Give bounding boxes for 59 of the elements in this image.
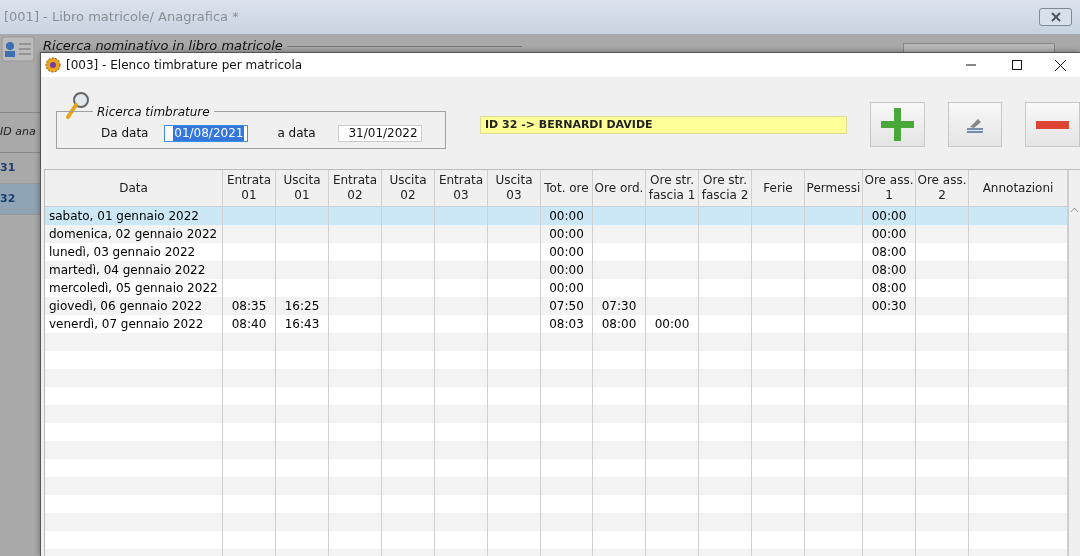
table-cell-text: sabato, 01 gennaio 2022 xyxy=(49,208,199,225)
table-cell-text: giovedì, 06 gennaio 2022 xyxy=(49,298,203,315)
table-row[interactable]: domenica, 02 gennaio 2022 00:00 00:00 xyxy=(45,225,1068,243)
close-icon xyxy=(1054,59,1066,71)
table-cell-text: 08:03 xyxy=(549,316,584,333)
table-cell-text: 00:00 xyxy=(549,280,584,297)
table-row[interactable]: giovedì, 06 gennaio 2022 08:35 16:25 07:50 07:30 00:30 xyxy=(45,297,1068,315)
table-cell-text: 16:43 xyxy=(284,316,320,333)
table-row[interactable]: martedì, 04 gennaio 2022 00:00 08:00 xyxy=(45,261,1068,279)
table-cell-text: martedì, 04 gennaio 2022 xyxy=(49,262,206,279)
table-cell-text: 32 xyxy=(0,190,16,207)
table-cell-text: 16:25 xyxy=(284,298,320,315)
table-cell-text: 07:30 xyxy=(601,298,637,315)
table-cell-text: 08:35 xyxy=(231,298,267,315)
table-cell-text: 08:40 xyxy=(231,316,267,333)
window-title: [001] - Libro matricole/ Anagrafica * xyxy=(4,8,239,27)
eraser-icon xyxy=(966,116,985,133)
search-icon xyxy=(65,90,91,120)
plus-icon xyxy=(881,108,915,141)
table-cell-text: 00:00 xyxy=(654,316,690,333)
table-cell-text: 00:00 xyxy=(871,226,907,243)
field-label: a data xyxy=(277,125,316,142)
table-cell-text: 08:00 xyxy=(871,280,907,297)
table-cell-text: mercoledì, 05 gennaio 2022 xyxy=(49,280,218,297)
id-card-icon xyxy=(1,36,35,62)
column-header[interactable]: Data xyxy=(119,180,148,196)
table-cell-text: lunedì, 03 gennaio 2022 xyxy=(49,244,196,261)
minus-icon xyxy=(1036,120,1070,129)
table-cell-text: 00:00 xyxy=(871,208,907,225)
table-cell-text: 08:00 xyxy=(871,244,907,261)
table-cell-text: 00:00 xyxy=(549,262,584,279)
table-cell-text: 00:00 xyxy=(549,226,584,243)
group-title: Ricerca nominativo in libro matricole xyxy=(43,38,283,54)
gear-icon xyxy=(44,56,62,74)
table-cell-text: 00:00 xyxy=(549,244,584,261)
maximize-icon xyxy=(1012,60,1022,70)
table-row[interactable]: 32 xyxy=(0,184,40,215)
employee-label: ID 32 -> BERNARDI DAVIDE xyxy=(480,116,848,134)
add-button[interactable] xyxy=(870,102,925,147)
table-cell-text: venerdì, 07 gennaio 2022 xyxy=(49,316,204,333)
remove-button[interactable] xyxy=(1025,102,1080,147)
table-cell-text: 07:50 xyxy=(549,298,584,315)
scroll-up-icon xyxy=(1071,207,1078,212)
column-header[interactable]: ID ana xyxy=(0,124,36,141)
table-cell-text: 08:00 xyxy=(601,316,637,333)
scrollbar[interactable] xyxy=(1068,170,1080,556)
table-cell-text: domenica, 02 gennaio 2022 xyxy=(49,226,218,243)
table-cell-text: 08:00 xyxy=(871,262,907,279)
field-label: Da data xyxy=(101,125,149,142)
date-field[interactable]: 01/08/2021 xyxy=(164,124,249,142)
close-icon xyxy=(1050,12,1061,22)
edit-button[interactable] xyxy=(947,102,1003,147)
table-row[interactable]: sabato, 01 gennaio 2022 00:00 00:00 xyxy=(45,207,1068,225)
date-field[interactable]: 31/01/2022 xyxy=(337,124,422,142)
table-cell-text: 31 xyxy=(0,159,16,176)
table-cell-text: 00:30 xyxy=(871,298,907,315)
table-cell-text: 00:00 xyxy=(549,208,584,225)
dialog-title: [003] - Elenco timbrature per matricola xyxy=(66,57,303,74)
group-title: Ricerca timbrature xyxy=(97,105,210,119)
